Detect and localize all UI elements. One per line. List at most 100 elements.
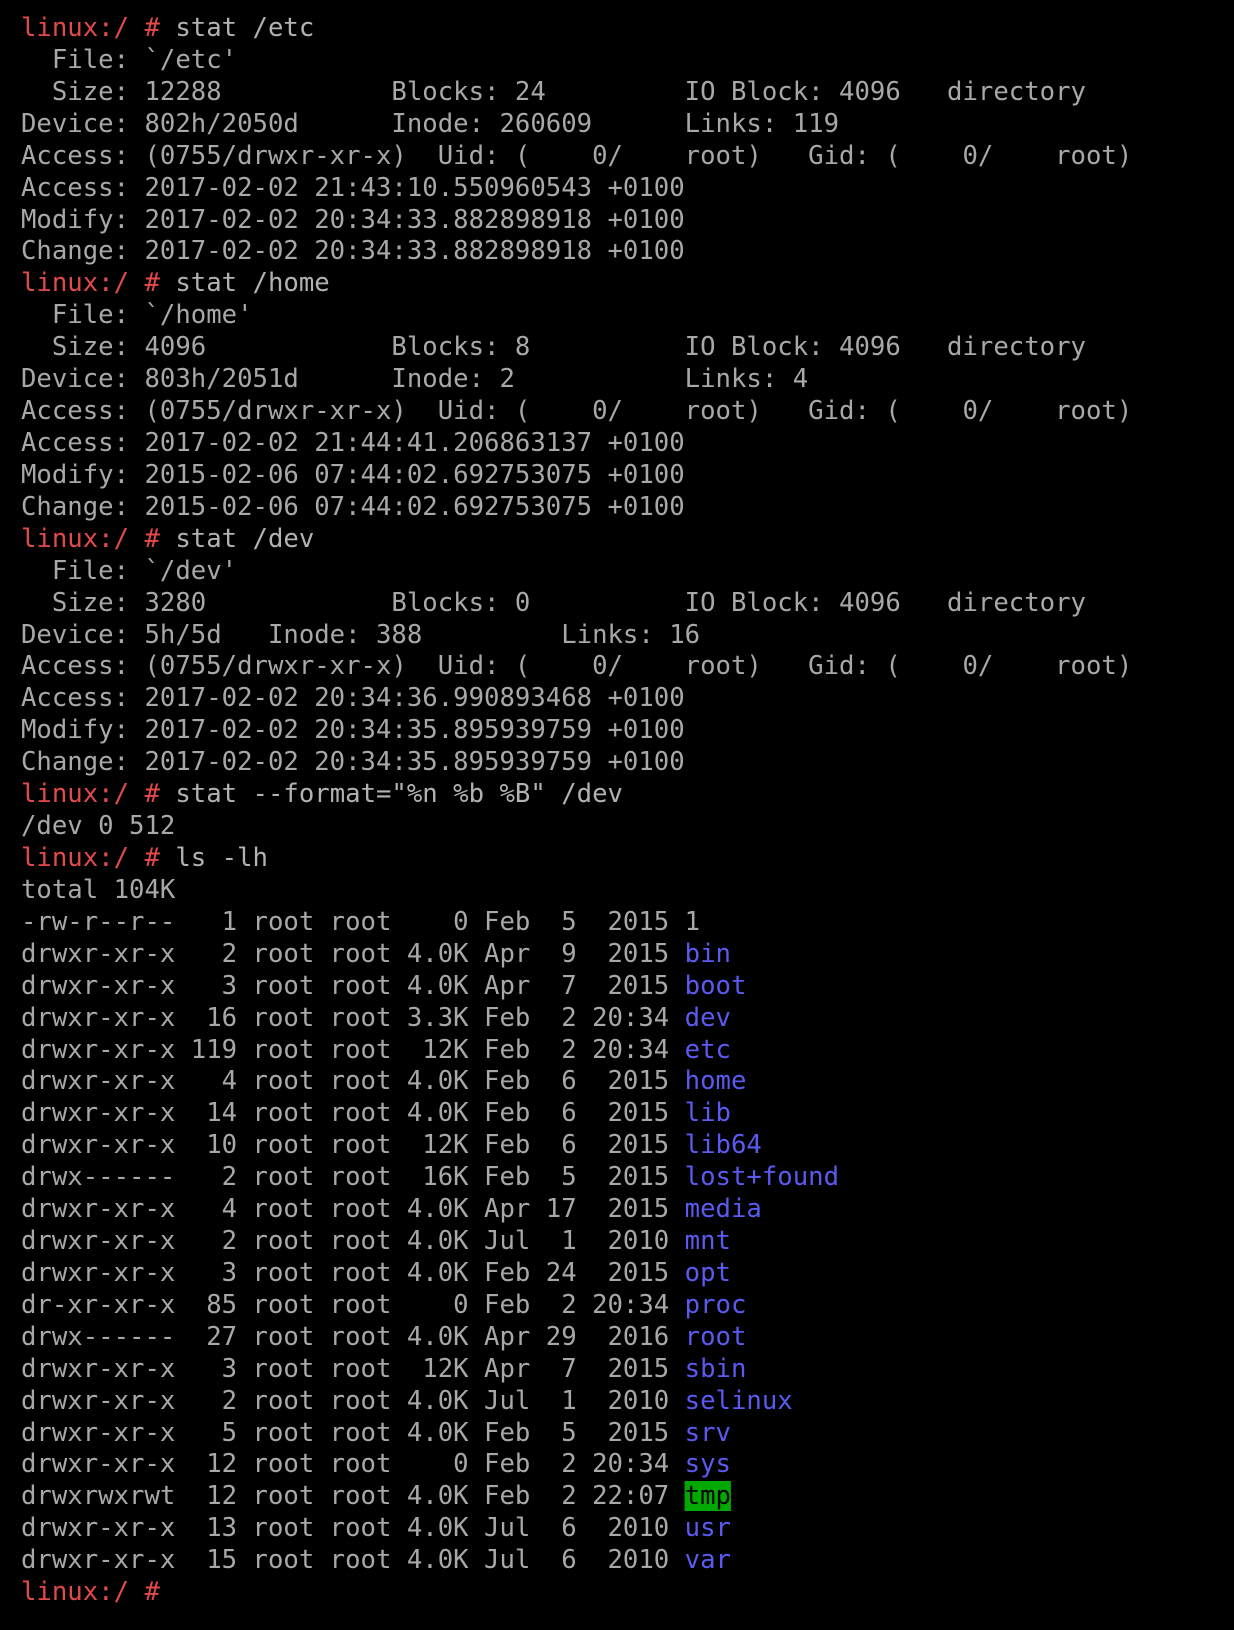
ls-entry-meta: drwxr-xr-x 2 root root 4.0K Apr 9 2015 <box>21 938 685 969</box>
ls-entry-meta: drwxr-xr-x 4 root root 4.0K Apr 17 2015 <box>21 1194 685 1225</box>
ls-entry-meta: drwxr-xr-x 3 root root 12K Apr 7 2015 <box>21 1353 685 1384</box>
directory-name: etc <box>684 1034 731 1065</box>
output-line: Device: 802h/2050d Inode: 260609 Links: … <box>21 108 840 139</box>
output-line: total 104K <box>21 874 176 905</box>
ls-entry-row: drwxr-xr-x 3 root root 12K Apr 7 2015 sb… <box>21 1354 1204 1386</box>
output-line: Device: 803h/2051d Inode: 2 Links: 4 <box>21 364 809 395</box>
ls-entry-meta: drwxr-xr-x 5 root root 4.0K Feb 5 2015 <box>21 1417 685 1448</box>
ls-entry-row: drwxr-xr-x 5 root root 4.0K Feb 5 2015 s… <box>21 1418 1204 1450</box>
output-line: Size: 4096 Blocks: 8 IO Block: 4096 dire… <box>21 332 1086 363</box>
ls-entry-row: drwxr-xr-x 4 root root 4.0K Feb 6 2015 h… <box>21 1066 1204 1098</box>
ls-entry-meta: drwxr-xr-x 12 root root 0 Feb 2 20:34 <box>21 1449 685 1480</box>
ls-entry-row: drwxr-xr-x 15 root root 4.0K Jul 6 2010 … <box>21 1545 1204 1577</box>
directory-name: sys <box>684 1449 731 1480</box>
output-line: Modify: 2017-02-02 20:34:35.895939759 +0… <box>21 715 685 746</box>
ls-entry-meta: drwxr-xr-x 10 root root 12K Feb 6 2015 <box>21 1130 685 1161</box>
ls-entry-row: drwxr-xr-x 3 root root 4.0K Apr 7 2015 b… <box>21 971 1204 1003</box>
shell-prompt: linux:/ # <box>21 523 160 554</box>
directory-name: srv <box>684 1417 731 1448</box>
ls-entry-row: -rw-r--r-- 1 root root 0 Feb 5 2015 1 <box>21 907 1204 939</box>
output-line: Size: 12288 Blocks: 24 IO Block: 4096 di… <box>21 76 1086 107</box>
command-text: stat /home <box>175 268 330 299</box>
ls-entry-row: drwxr-xr-x 3 root root 4.0K Feb 24 2015 … <box>21 1258 1204 1290</box>
ls-entry-row: drwxr-xr-x 2 root root 4.0K Apr 9 2015 b… <box>21 939 1204 971</box>
ls-entry-meta: drwxr-xr-x 4 root root 4.0K Feb 6 2015 <box>21 1066 685 1097</box>
ls-entry-row: drwx------ 27 root root 4.0K Apr 29 2016… <box>21 1322 1204 1354</box>
output-line: File: `/dev' <box>21 555 238 586</box>
directory-name: media <box>684 1194 762 1225</box>
output-line: Access: 2017-02-02 21:43:10.550960543 +0… <box>21 172 685 203</box>
ls-entry-meta: -rw-r--r-- 1 root root 0 Feb 5 2015 <box>21 906 685 937</box>
output-line: File: `/etc' <box>21 44 238 75</box>
ls-entry-row: drwxrwxrwt 12 root root 4.0K Feb 2 22:07… <box>21 1481 1204 1513</box>
output-line: File: `/home' <box>21 300 253 331</box>
command-line: linux:/ # stat /etc <box>21 13 1204 45</box>
output-line: Change: 2015-02-06 07:44:02.692753075 +0… <box>21 491 685 522</box>
command-line: linux:/ # stat --format="%n %b %B" /dev <box>21 779 1204 811</box>
ls-entry-row: drwxr-xr-x 119 root root 12K Feb 2 20:34… <box>21 1035 1204 1067</box>
directory-name: opt <box>684 1257 731 1288</box>
ls-entry-row: drwx------ 2 root root 16K Feb 5 2015 lo… <box>21 1162 1204 1194</box>
output-line: Access: (0755/drwxr-xr-x) Uid: ( 0/ root… <box>21 396 1133 427</box>
ls-entry-meta: drwxr-xr-x 3 root root 4.0K Apr 7 2015 <box>21 970 685 1001</box>
output-line: Access: 2017-02-02 20:34:36.990893468 +0… <box>21 683 685 714</box>
ls-entry-meta: drwxr-xr-x 15 root root 4.0K Jul 6 2010 <box>21 1545 685 1576</box>
ls-entry-row: drwxr-xr-x 14 root root 4.0K Feb 6 2015 … <box>21 1098 1204 1130</box>
directory-name: sbin <box>684 1353 747 1384</box>
shell-prompt: linux:/ # <box>21 779 160 810</box>
ls-entry-row: drwxr-xr-x 2 root root 4.0K Jul 1 2010 m… <box>21 1226 1204 1258</box>
directory-name: mnt <box>684 1226 731 1257</box>
directory-name: boot <box>684 970 747 1001</box>
shell-prompt: linux:/ # <box>21 13 160 43</box>
terminal-console[interactable]: linux:/ # stat /etc File: `/etc' Size: 1… <box>21 13 1221 1609</box>
file-name: 1 <box>684 906 701 937</box>
ls-entry-meta: drwxr-xr-x 2 root root 4.0K Jul 1 2010 <box>21 1385 685 1416</box>
command-text: ls -lh <box>175 842 268 873</box>
ls-entry-meta: drwxr-xr-x 2 root root 4.0K Jul 1 2010 <box>21 1226 685 1257</box>
output-line: Access: (0755/drwxr-xr-x) Uid: ( 0/ root… <box>21 140 1133 171</box>
ls-entry-meta: dr-xr-xr-x 85 root root 0 Feb 2 20:34 <box>21 1289 685 1320</box>
ls-entry-meta: drwxr-xr-x 3 root root 4.0K Feb 24 2015 <box>21 1257 685 1288</box>
directory-name: lib64 <box>684 1130 762 1161</box>
ls-entry-row: drwxr-xr-x 4 root root 4.0K Apr 17 2015 … <box>21 1194 1204 1226</box>
directory-name: lost+found <box>684 1162 840 1193</box>
output-line: Change: 2017-02-02 20:34:33.882898918 +0… <box>21 236 685 267</box>
ls-entry-meta: drwx------ 27 root root 4.0K Apr 29 2016 <box>21 1321 685 1352</box>
ls-entry-meta: drwxr-xr-x 14 root root 4.0K Feb 6 2015 <box>21 1098 685 1129</box>
directory-name: lib <box>684 1098 731 1129</box>
directory-name: selinux <box>684 1385 793 1416</box>
command-line: linux:/ # ls -lh <box>21 843 1204 875</box>
output-line: Device: 5h/5d Inode: 388 Links: 16 <box>21 619 701 650</box>
directory-name: bin <box>684 938 731 969</box>
output-line: Modify: 2015-02-06 07:44:02.692753075 +0… <box>21 459 685 490</box>
directory-name: home <box>684 1066 747 1097</box>
directory-name: proc <box>684 1289 747 1320</box>
shell-prompt: linux:/ # <box>21 268 160 299</box>
ls-entry-meta: drwxr-xr-x 13 root root 4.0K Jul 6 2010 <box>21 1513 685 1544</box>
command-line: linux:/ # stat /home <box>21 268 1204 300</box>
output-line: Access: (0755/drwxr-xr-x) Uid: ( 0/ root… <box>21 651 1133 682</box>
output-line: /dev 0 512 <box>21 811 176 842</box>
output-line: Change: 2017-02-02 20:34:35.895939759 +0… <box>21 747 685 778</box>
directory-name: root <box>684 1321 747 1352</box>
ls-entry-meta: drwxrwxrwt 12 root root 4.0K Feb 2 22:07 <box>21 1481 685 1512</box>
ls-entry-row: drwxr-xr-x 13 root root 4.0K Jul 6 2010 … <box>21 1513 1204 1545</box>
output-line: Modify: 2017-02-02 20:34:33.882898918 +0… <box>21 204 685 235</box>
directory-name: tmp <box>684 1481 731 1512</box>
command-text: stat --format="%n %b %B" /dev <box>175 779 623 810</box>
shell-prompt: linux:/ # <box>21 842 160 873</box>
directory-name: var <box>684 1545 731 1576</box>
ls-entry-row: drwxr-xr-x 12 root root 0 Feb 2 20:34 sy… <box>21 1449 1204 1481</box>
command-text: stat /etc <box>175 13 315 43</box>
ls-entry-meta: drwx------ 2 root root 16K Feb 5 2015 <box>21 1162 685 1193</box>
ls-entry-meta: drwxr-xr-x 16 root root 3.3K Feb 2 20:34 <box>21 1002 685 1033</box>
directory-name: dev <box>684 1002 731 1033</box>
directory-name: usr <box>684 1513 731 1544</box>
output-line: Size: 3280 Blocks: 0 IO Block: 4096 dire… <box>21 587 1086 618</box>
ls-entry-row: dr-xr-xr-x 85 root root 0 Feb 2 20:34 pr… <box>21 1290 1204 1322</box>
output-line: Access: 2017-02-02 21:44:41.206863137 +0… <box>21 427 685 458</box>
active-prompt-line[interactable]: linux:/ # <box>21 1577 1204 1609</box>
command-line: linux:/ # stat /dev <box>21 524 1204 556</box>
ls-entry-row: drwxr-xr-x 2 root root 4.0K Jul 1 2010 s… <box>21 1386 1204 1418</box>
ls-entry-row: drwxr-xr-x 16 root root 3.3K Feb 2 20:34… <box>21 1003 1204 1035</box>
